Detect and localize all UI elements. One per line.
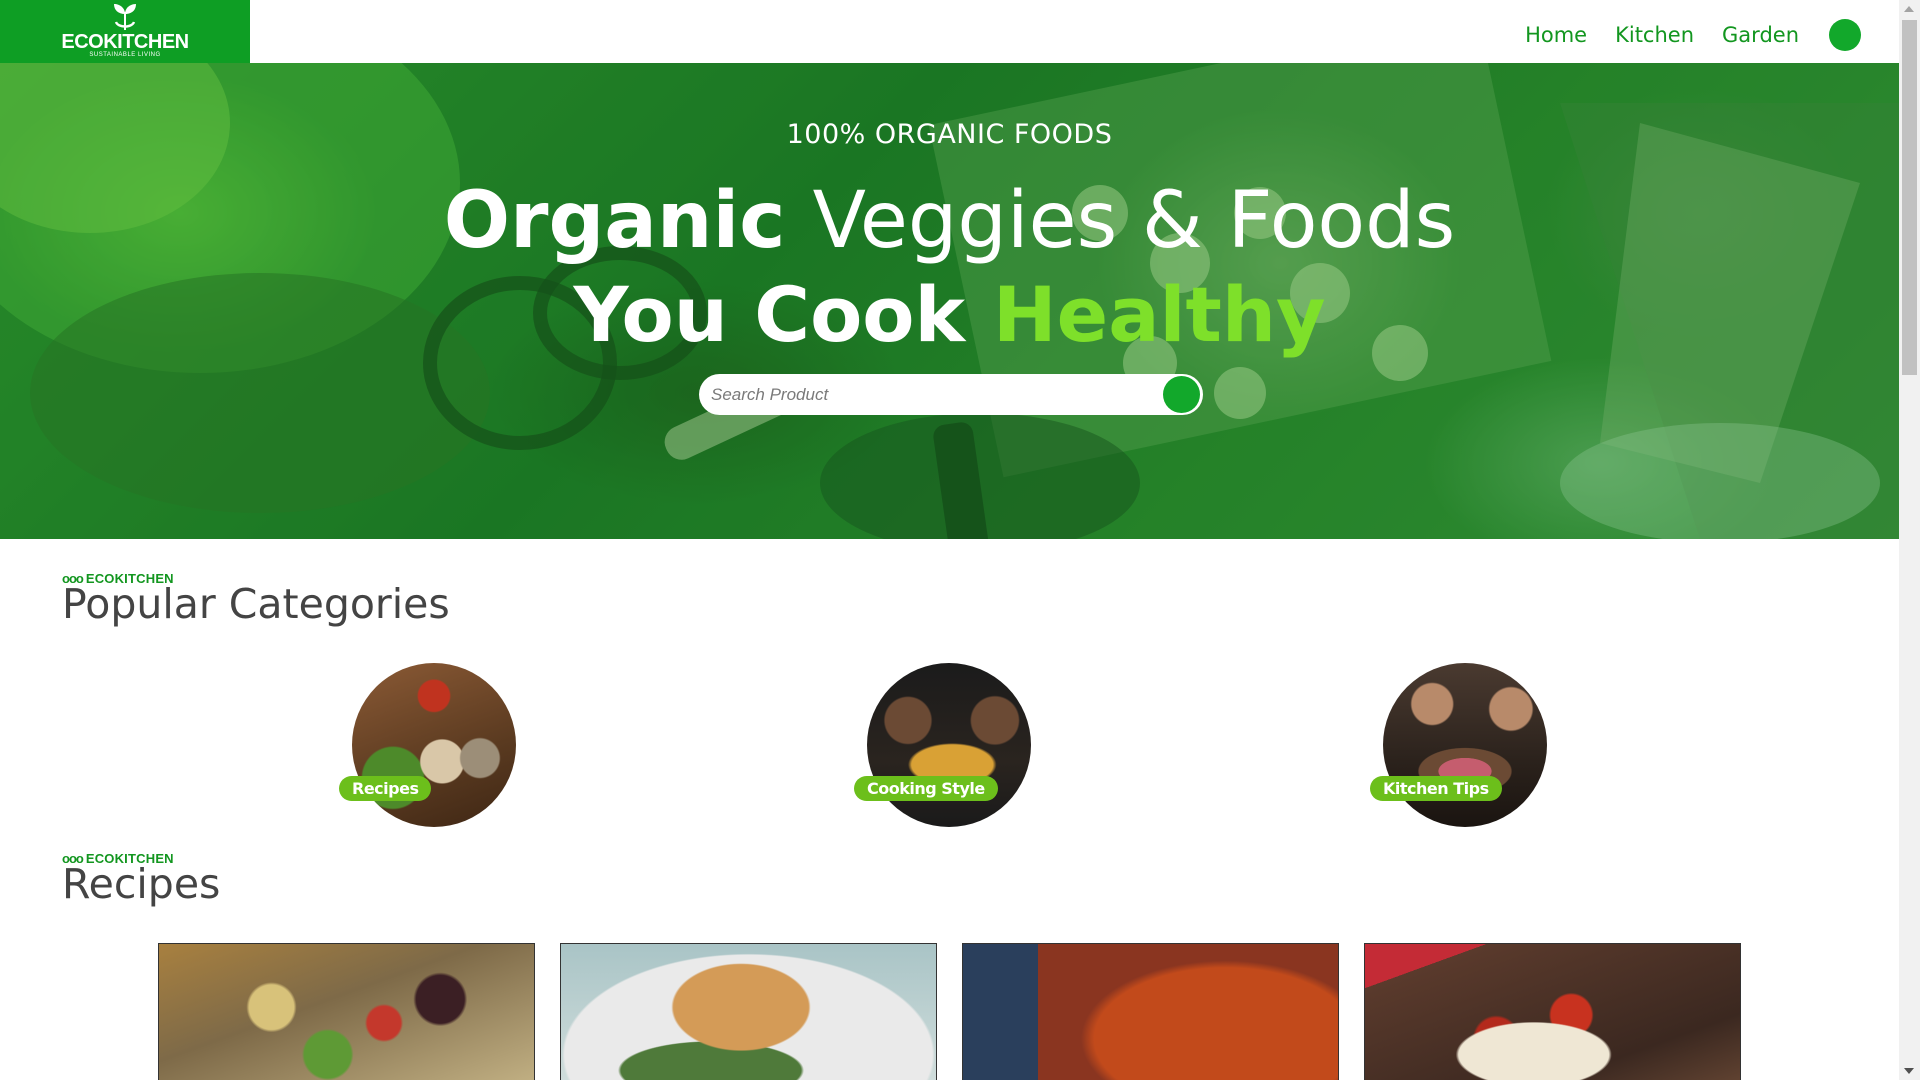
brand-name: ECOKITCHEN bbox=[61, 31, 189, 53]
category-kitchen-tips-label[interactable]: Kitchen Tips bbox=[1370, 776, 1502, 801]
leaf-icon bbox=[114, 4, 136, 30]
recipe-card-stuffed-chicken[interactable] bbox=[560, 943, 937, 1080]
main-nav: Home Kitchen Garden bbox=[1525, 0, 1861, 70]
search-input[interactable] bbox=[711, 374, 1151, 415]
hero-headline-line1: Organic Veggies & Foods bbox=[0, 171, 1899, 271]
category-recipes-image bbox=[352, 663, 516, 827]
hero-kicker: 100% ORGANIC FOODS bbox=[786, 119, 1113, 150]
recipe-card-chickpea-stew[interactable] bbox=[962, 943, 1339, 1080]
category-recipes[interactable]: Recipes bbox=[339, 663, 516, 827]
nav-link-home[interactable]: Home bbox=[1525, 23, 1587, 47]
hero-headline-main: You Cook bbox=[573, 270, 966, 359]
hero-headline-bold: Organic bbox=[443, 176, 786, 266]
category-kitchen-tips-image bbox=[1383, 663, 1547, 827]
nav-link-garden[interactable]: Garden bbox=[1722, 23, 1799, 47]
scroll-up-arrow-icon[interactable] bbox=[1904, 6, 1914, 12]
nav-link-kitchen[interactable]: Kitchen bbox=[1615, 23, 1694, 47]
hero-banner: 100% ORGANIC FOODS Organic Veggies & Foo… bbox=[0, 63, 1899, 539]
category-recipes-label[interactable]: Recipes bbox=[339, 776, 432, 801]
brand-tagline: SUSTAINABLE LIVING bbox=[89, 52, 161, 58]
category-kitchen-tips[interactable]: Kitchen Tips bbox=[1370, 663, 1547, 827]
recipe-card-quinoa-salad[interactable] bbox=[158, 943, 535, 1080]
top-navbar: ECOKITCHEN SUSTAINABLE LIVING Home Kitch… bbox=[0, 0, 1899, 63]
scroll-down-arrow-icon[interactable] bbox=[1904, 1068, 1914, 1074]
brand-logo[interactable]: ECOKITCHEN SUSTAINABLE LIVING bbox=[0, 0, 250, 63]
search-button[interactable] bbox=[1163, 376, 1200, 413]
hero-headline-line2: You Cook Healthy bbox=[0, 265, 1899, 365]
category-cooking-style-image bbox=[867, 663, 1031, 827]
recipes-title: Recipes bbox=[62, 860, 221, 908]
recipe-card-stuffed-mushroom[interactable] bbox=[1364, 943, 1741, 1080]
category-cooking-style-label[interactable]: Cooking Style bbox=[854, 776, 998, 801]
search-bar bbox=[699, 374, 1203, 415]
category-cooking-style[interactable]: Cooking Style bbox=[854, 663, 1031, 827]
page-scrollbar[interactable] bbox=[1899, 0, 1920, 1080]
categories-title: Popular Categories bbox=[62, 580, 450, 628]
user-menu-button[interactable] bbox=[1829, 19, 1861, 51]
scrollbar-thumb[interactable] bbox=[1902, 20, 1917, 375]
hero-headline-light: Veggies & Foods bbox=[812, 176, 1456, 266]
hero-headline-accent: Healthy bbox=[993, 270, 1326, 359]
